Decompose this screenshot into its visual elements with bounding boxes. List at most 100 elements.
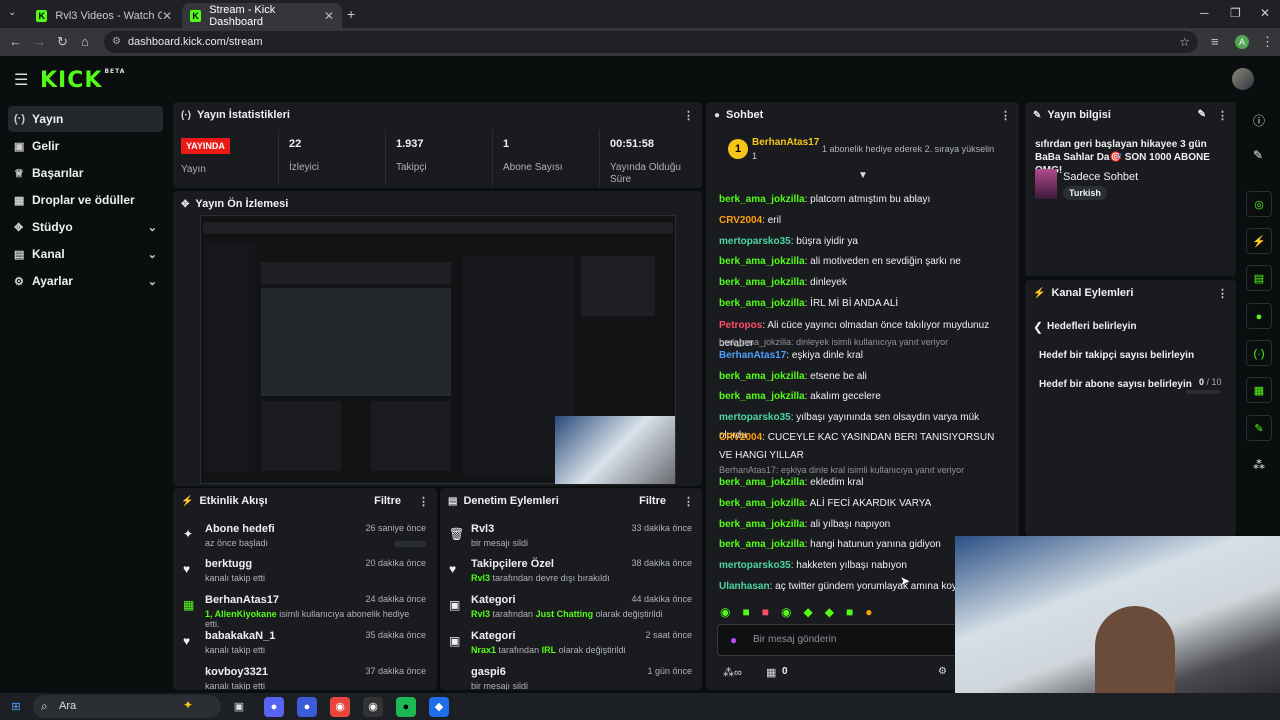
discord-icon[interactable]: ● <box>264 697 284 717</box>
pin-icon: ✎ <box>1033 109 1042 121</box>
pinned-user[interactable]: BerhanAtas17 <box>752 137 819 148</box>
chat-username[interactable]: mertoparsko35 <box>719 412 791 423</box>
emote-bar[interactable]: ◉ ■ ■ ◉ ◆ ◆ ■ ● <box>720 605 950 621</box>
chat-username[interactable]: berk_ama_jokzilla <box>719 371 805 382</box>
reload-icon[interactable]: ↻ <box>57 34 68 50</box>
maximize-icon[interactable]: ❐ <box>1230 6 1241 20</box>
follower-goal-button[interactable]: Hedef bir takipçi sayısı belirleyin <box>1039 350 1194 361</box>
chat-username[interactable]: CRV2004 <box>719 215 762 226</box>
chat-username[interactable]: berk_ama_jokzilla <box>719 256 805 267</box>
chrome-icon[interactable]: ◉ <box>330 697 350 717</box>
app-icon[interactable]: ◆ <box>429 697 449 717</box>
stream-preview-video[interactable] <box>200 215 676 484</box>
more-options-icon[interactable]: ⋮ <box>1217 287 1228 300</box>
emote-icon[interactable]: ◉ <box>781 605 791 621</box>
emote-icon[interactable]: ◆ <box>825 605 834 621</box>
file-icon[interactable]: ▤ <box>1246 265 1272 291</box>
sidebar-item-ayarlar[interactable]: ⚙ Ayarlar ⌄ <box>8 268 163 294</box>
emote-icon[interactable]: ◆ <box>803 605 812 621</box>
chat-username[interactable]: berk_ama_jokzilla <box>719 519 805 530</box>
chat-username[interactable]: berk_ama_jokzilla <box>719 277 805 288</box>
mic-icon[interactable]: ● <box>730 633 737 647</box>
tab-list-icon[interactable]: ⌄ <box>8 7 16 18</box>
goals-back-label[interactable]: Hedefleri belirleyin <box>1047 321 1136 332</box>
edit-icon[interactable]: ✎ <box>1198 109 1206 120</box>
chat-username[interactable]: berk_ama_jokzilla <box>719 477 805 488</box>
chat-username[interactable]: berk_ama_jokzilla <box>719 498 805 509</box>
more-options-icon[interactable]: ⋮ <box>683 495 694 508</box>
chat-username[interactable]: berk_ama_jokzilla <box>719 298 805 309</box>
browser-tab-videos[interactable]: K Rvl3 Videos - Watch On-Deman ✕ <box>28 3 180 28</box>
bookmark-star-icon[interactable]: ☆ <box>1179 31 1190 53</box>
pencil-icon[interactable]: ✎ <box>1253 148 1263 162</box>
hamburger-menu-icon[interactable]: ☰ <box>14 70 28 90</box>
obs-icon[interactable]: ◉ <box>363 697 383 717</box>
kick-logo[interactable]: KICK BETA <box>40 68 125 93</box>
filter-button[interactable]: Filtre <box>639 495 666 507</box>
chat-username[interactable]: BerhanAtas17 <box>719 350 786 361</box>
site-info-icon[interactable]: ⚙ <box>112 31 121 53</box>
chat-bubble-icon[interactable]: ● <box>1246 303 1272 329</box>
chat-input[interactable]: ● Bir mesaj gönderin <box>717 624 957 656</box>
chat-username[interactable]: berk_ama_jokzilla <box>719 539 805 550</box>
sidebar-item-label: Ayarlar <box>32 274 73 288</box>
add-widget-icon[interactable]: ⁂ <box>1253 458 1265 472</box>
emote-icon[interactable]: ◉ <box>720 605 730 621</box>
chat-username[interactable]: CRV2004 <box>719 432 762 443</box>
broadcast-icon[interactable]: (·) <box>1246 340 1272 366</box>
search-icon: ⌕ <box>41 699 48 713</box>
url-field[interactable]: ⚙ dashboard.kick.com/stream ☆ <box>104 31 1198 53</box>
app-icon[interactable]: ● <box>297 697 317 717</box>
sub-goal-button[interactable]: Hedef bir abone sayısı belirleyin <box>1039 379 1192 390</box>
category-name[interactable]: Sadece Sohbet <box>1063 171 1138 183</box>
user-avatar[interactable] <box>1232 68 1254 90</box>
back-chevron-icon[interactable]: ❮ <box>1033 320 1043 334</box>
flash-icon[interactable]: ⚡ <box>1246 228 1272 254</box>
more-options-icon[interactable]: ⋮ <box>1217 109 1228 122</box>
sidebar-item-droplar[interactable]: ▦ Droplar ve ödüller <box>8 187 163 213</box>
chat-username[interactable]: berk_ama_jokzilla <box>719 391 805 402</box>
close-tab-icon[interactable]: ✕ <box>324 9 334 23</box>
close-tab-icon[interactable]: ✕ <box>162 9 172 23</box>
back-icon[interactable]: ← <box>9 34 22 49</box>
home-icon[interactable]: ⌂ <box>81 34 89 49</box>
camera-icon[interactable]: ◎ <box>1246 191 1272 217</box>
wrench-icon[interactable]: ✎ <box>1246 415 1272 441</box>
windows-start-icon[interactable]: ⊞ <box>6 697 26 717</box>
taskbar-search[interactable]: ⌕ Ara ✦ <box>33 695 221 718</box>
more-options-icon[interactable]: ⋮ <box>418 495 429 508</box>
browser-menu-icon[interactable]: ⋮ <box>1261 34 1274 50</box>
more-options-icon[interactable]: ⋮ <box>683 109 694 122</box>
new-tab-icon[interactable]: + <box>347 6 355 22</box>
chat-username[interactable]: Ulanhasan <box>719 581 770 592</box>
emote-icon[interactable]: ■ <box>742 605 749 621</box>
sidebar-item-gelir[interactable]: ▣ Gelir <box>8 133 163 159</box>
filter-button[interactable]: Filtre <box>374 495 401 507</box>
profile-avatar[interactable]: A <box>1235 35 1249 49</box>
infinity-icon[interactable]: ⁂∞ <box>723 666 742 679</box>
scroll-down-icon[interactable]: ▼ <box>858 170 868 181</box>
layout-icon[interactable]: ▦ <box>1246 377 1272 403</box>
chat-settings-icon[interactable]: ⚙ <box>938 666 947 677</box>
minimize-icon[interactable]: ─ <box>1200 6 1209 20</box>
chat-message: berk_ama_jokzilla: etsene be ali <box>719 368 1009 386</box>
sidebar-item-studyo[interactable]: ✥ Stüdyo ⌄ <box>8 214 163 240</box>
reading-list-icon[interactable]: ≡ <box>1211 34 1219 49</box>
chat-username[interactable]: berk_ama_jokzilla <box>719 194 805 205</box>
spotify-icon[interactable]: ● <box>396 697 416 717</box>
sidebar-item-yayin[interactable]: (·) Yayın <box>8 106 163 132</box>
browser-tab-dashboard[interactable]: K Stream - Kick Dashboard ✕ <box>182 3 342 28</box>
task-view-icon[interactable]: ▣ <box>229 697 249 717</box>
emote-icon[interactable]: ■ <box>846 605 853 621</box>
sidebar-item-kanal[interactable]: ▤ Kanal ⌄ <box>8 241 163 267</box>
emote-icon[interactable]: ● <box>865 605 872 621</box>
more-options-icon[interactable]: ⋮ <box>1000 109 1011 122</box>
sidebar-item-basarilar[interactable]: ♕ Başarılar <box>8 160 163 186</box>
close-window-icon[interactable]: ✕ <box>1260 6 1270 20</box>
info-icon[interactable]: ⓘ <box>1253 112 1265 129</box>
chat-username[interactable]: mertoparsko35 <box>719 560 791 571</box>
forward-icon[interactable]: → <box>33 34 46 49</box>
chat-username[interactable]: mertoparsko35 <box>719 236 791 247</box>
emote-icon[interactable]: ■ <box>762 605 769 621</box>
chat-username[interactable]: Petropos <box>719 320 762 331</box>
